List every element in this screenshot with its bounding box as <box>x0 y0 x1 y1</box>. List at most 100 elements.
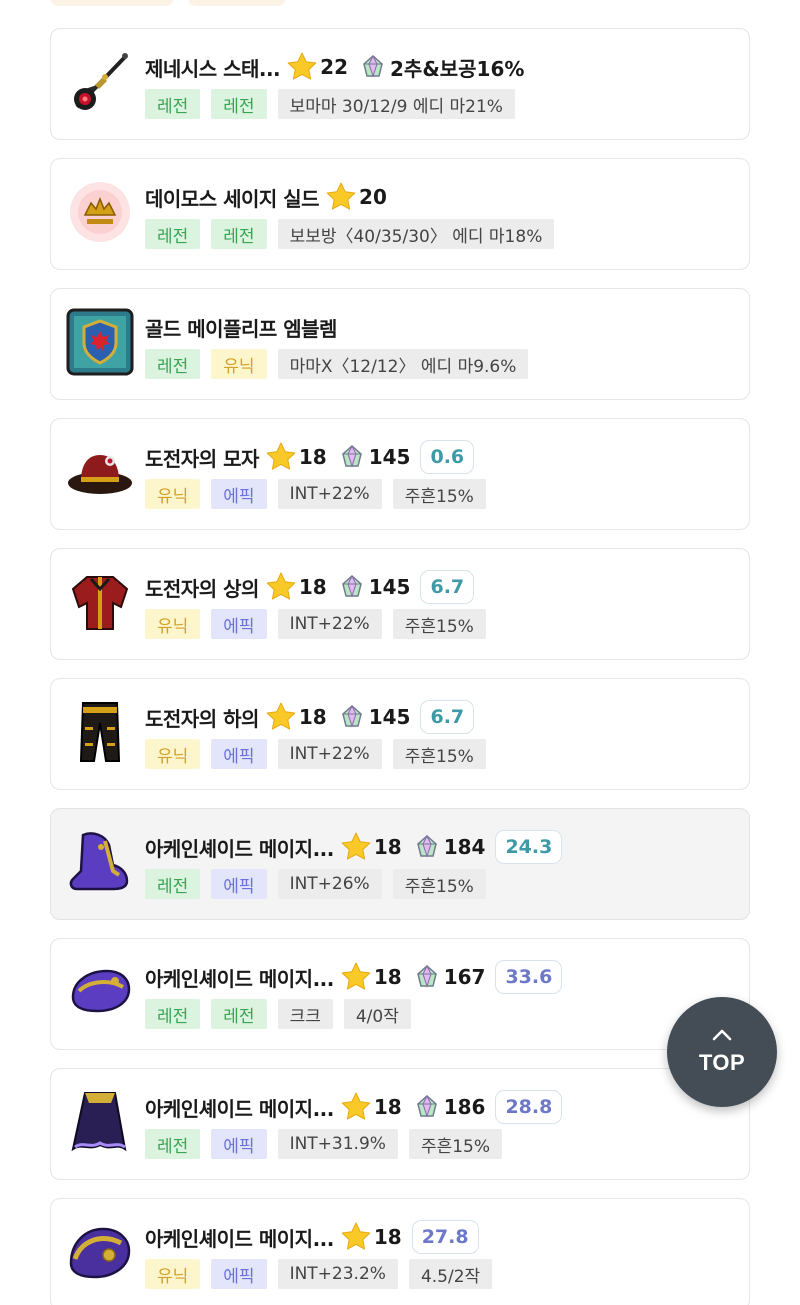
item-summary-row: 아케인셰이드 메이지... 18 186 28.8 <box>145 1089 563 1125</box>
challenger-bottom-icon <box>65 697 135 767</box>
filter-chip[interactable] <box>188 0 286 6</box>
score-badge: 0.6 <box>420 440 475 474</box>
additional-potential-icon <box>341 444 362 468</box>
option-tag: 주흔15% <box>392 739 486 769</box>
potential-value: 184 <box>443 835 486 859</box>
star-force-icon <box>341 1222 371 1250</box>
item-summary-row: 아케인셰이드 메이지... 18 167 33.6 <box>145 959 563 995</box>
grade-tag: 에픽 <box>211 869 267 899</box>
potential-value: 167 <box>443 965 486 989</box>
grade-tag: 유닉 <box>145 1259 201 1289</box>
star-force: 20 <box>325 181 387 213</box>
equipment-card[interactable]: 아케인셰이드 메이지... 18 27.8 유닉 에픽 INT+23.2% 4.5/2작 <box>50 1198 750 1305</box>
item-tags-row: 레전 레전 보보방〈40/35/30〉 에디 마18% <box>145 219 565 249</box>
grade-tag: 레전 <box>145 89 201 119</box>
item-tags-row: 유닉 에픽 INT+22% 주흔15% <box>145 739 497 769</box>
item-name: 아케인셰이드 메이지... <box>145 836 334 861</box>
option-tag: INT+23.2% <box>277 1259 398 1289</box>
potential-value: 145 <box>368 705 411 729</box>
grade-tag: 유닉 <box>145 609 201 639</box>
option-tag: INT+22% <box>277 739 382 769</box>
challenger-hat-icon <box>65 437 135 507</box>
item-name: 데이모스 세이지 실드 <box>145 186 320 211</box>
potential-summary: 184 <box>414 834 486 860</box>
score-badge: 24.3 <box>495 830 563 864</box>
equipment-card[interactable]: 도전자의 모자 18 145 0.6 유닉 에픽 INT+22% 주흔15% <box>50 418 750 530</box>
arcane-shoulder-icon <box>65 1217 135 1287</box>
star-force: 22 <box>286 51 348 83</box>
filter-chip[interactable] <box>50 0 174 6</box>
option-tag: 4.5/2작 <box>408 1259 493 1289</box>
equipment-card[interactable]: 골드 메이플리프 엠블렘 레전 유닉 마마X〈12/12〉 에디 마9.6% <box>50 288 750 400</box>
item-name: 도전자의 상의 <box>145 576 259 601</box>
gold-maple-leaf-emblem-icon <box>65 307 135 377</box>
item-tags-row: 유닉 에픽 INT+23.2% 4.5/2작 <box>145 1259 503 1289</box>
grade-tag: 에픽 <box>211 609 267 639</box>
star-force-icon <box>266 702 296 730</box>
grade-tag: 에픽 <box>211 1259 267 1289</box>
equipment-card[interactable]: 도전자의 상의 18 145 6.7 유닉 에픽 INT+22% 주흔15% <box>50 548 750 660</box>
grade-tag: 레전 <box>211 89 267 119</box>
equipment-card[interactable]: 아케인셰이드 메이지... 18 167 33.6 레전 레전 크크 4/0작 <box>50 938 750 1050</box>
star-count: 18 <box>373 1095 402 1119</box>
item-summary-row: 도전자의 모자 18 145 0.6 <box>145 439 475 475</box>
item-tags-row: 유닉 에픽 INT+22% 주흔15% <box>145 479 497 509</box>
arcane-cape-icon <box>65 1087 135 1157</box>
star-count: 18 <box>373 835 402 859</box>
genesis-staff-icon <box>65 47 135 117</box>
grade-tag: 에픽 <box>211 479 267 509</box>
star-force: 18 <box>265 701 327 733</box>
arcane-gloves-icon <box>65 957 135 1027</box>
equipment-card[interactable]: 아케인셰이드 메이지... 18 184 24.3 레전 에픽 INT+26% 주흔15% <box>50 808 750 920</box>
option-tag: 4/0작 <box>343 999 411 1029</box>
star-count: 20 <box>359 185 387 209</box>
item-tags-row: 레전 레전 보마마 30/12/9 에디 마21% <box>145 89 526 119</box>
star-force: 18 <box>340 961 402 993</box>
grade-tag: 레전 <box>211 999 267 1029</box>
scroll-top-button[interactable]: TOP <box>667 997 777 1107</box>
star-force: 18 <box>340 1221 402 1253</box>
additional-potential-icon <box>416 964 437 988</box>
item-name: 도전자의 모자 <box>145 446 259 471</box>
item-summary-row: 아케인셰이드 메이지... 18 184 24.3 <box>145 829 563 865</box>
equipment-card[interactable]: 아케인셰이드 메이지... 18 186 28.8 레전 에픽 INT+31.9% 주흔15% <box>50 1068 750 1180</box>
star-count: 18 <box>298 575 327 599</box>
item-tags-row: 레전 레전 크크 4/0작 <box>145 999 422 1029</box>
score-badge: 6.7 <box>420 570 475 604</box>
previous-filter-chips <box>50 0 286 6</box>
item-name: 아케인셰이드 메이지... <box>145 966 334 991</box>
grade-tag: 에픽 <box>211 739 267 769</box>
additional-potential-icon <box>341 704 362 728</box>
grade-tag: 유닉 <box>145 479 201 509</box>
option-tag: 크크 <box>277 999 333 1029</box>
star-force: 18 <box>265 441 327 473</box>
score-badge: 27.8 <box>411 1220 479 1254</box>
score-badge: 33.6 <box>495 960 563 994</box>
star-force-icon <box>266 442 296 470</box>
item-tags-row: 레전 에픽 INT+26% 주흔15% <box>145 869 497 899</box>
grade-tag: 레전 <box>145 1129 201 1159</box>
star-force-icon <box>326 182 356 210</box>
item-name: 제네시스 스태... <box>145 56 281 81</box>
star-force: 18 <box>340 1091 402 1123</box>
additional-potential-icon <box>416 1094 437 1118</box>
star-force-icon <box>266 572 296 600</box>
grade-tag: 레전 <box>211 219 267 249</box>
challenger-top-icon <box>65 567 135 637</box>
star-count: 18 <box>298 705 327 729</box>
additional-potential-icon <box>341 574 362 598</box>
potential-value: 2추&보공16% <box>390 56 525 81</box>
equipment-card[interactable]: 도전자의 하의 18 145 6.7 유닉 에픽 INT+22% 주흔15% <box>50 678 750 790</box>
item-name: 아케인셰이드 메이지... <box>145 1096 334 1121</box>
equipment-card[interactable]: 제네시스 스태... 22 2추&보공16% 레전 레전 보마마 30/12/9 에디 마… <box>50 28 750 140</box>
equipment-card[interactable]: 데이모스 세이지 실드 20 레전 레전 보보방〈40/35/30〉 에디 마18% <box>50 158 750 270</box>
item-summary-row: 제네시스 스태... 22 2추&보공16% <box>145 49 524 85</box>
option-tag: 주흔15% <box>408 1129 503 1159</box>
chevron-up-icon <box>712 1029 732 1041</box>
star-force-icon <box>341 1092 371 1120</box>
potential-summary: 145 <box>339 444 410 470</box>
item-summary-row: 도전자의 상의 18 145 6.7 <box>145 569 475 605</box>
deimos-sage-shield-icon <box>65 177 135 247</box>
option-tag: 보보방〈40/35/30〉 에디 마18% <box>277 219 555 249</box>
item-name: 골드 메이플리프 엠블렘 <box>145 316 337 341</box>
